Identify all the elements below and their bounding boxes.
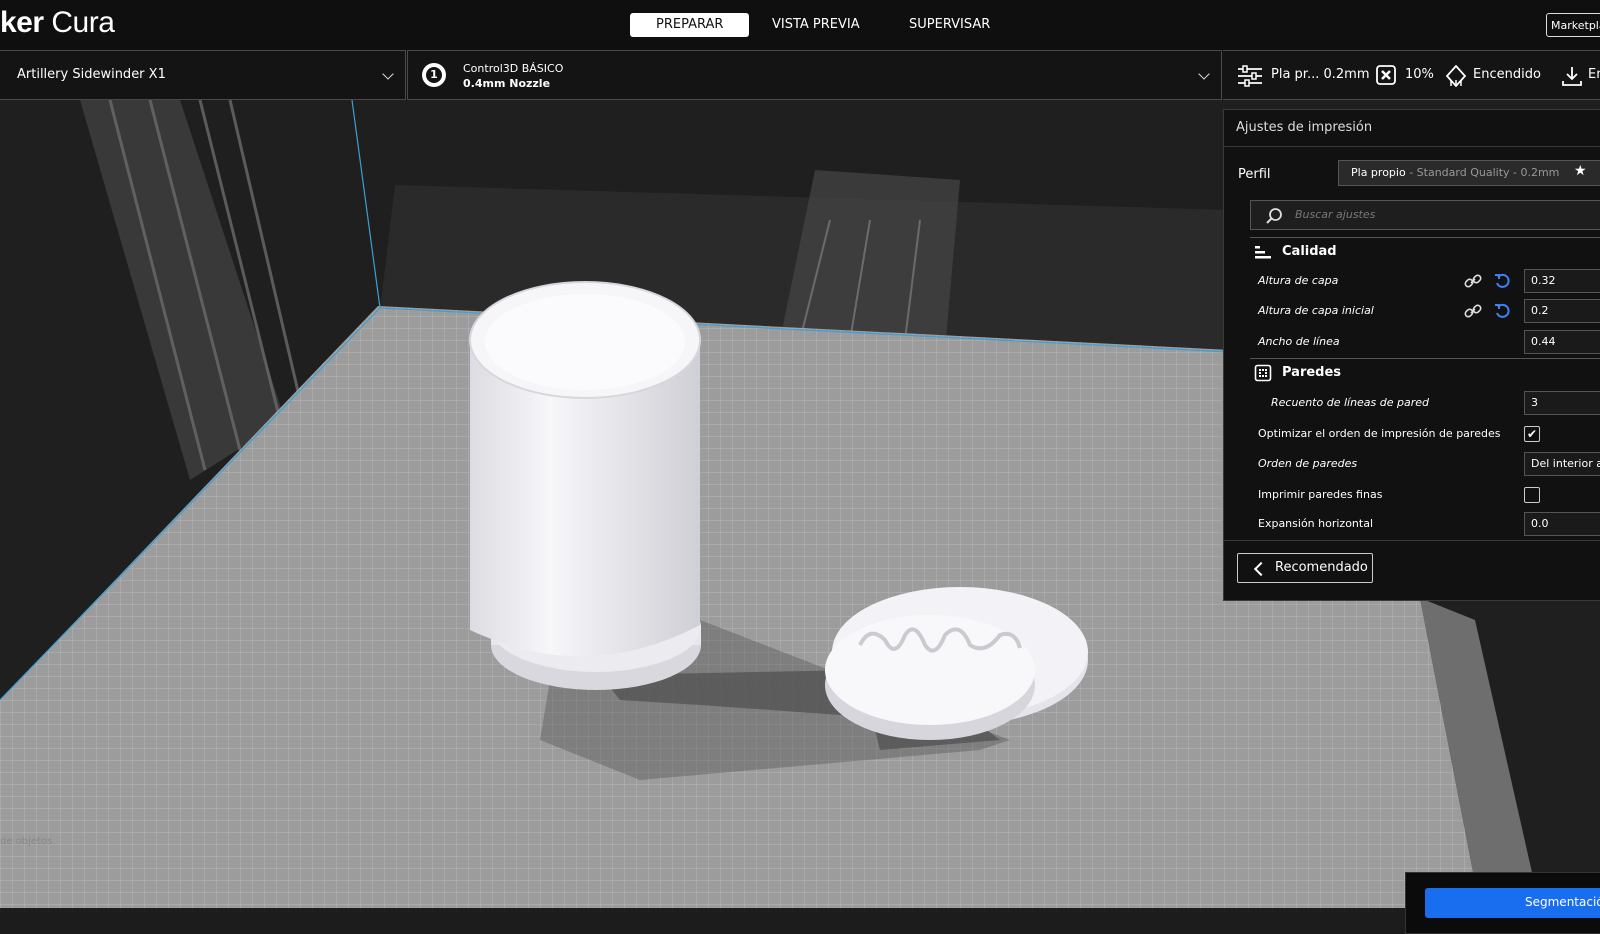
tab-preview[interactable]: VISTA PREVIA	[746, 13, 886, 37]
setting-label: Altura de capa inicial	[1258, 304, 1374, 317]
object-list-toggle[interactable]: de objetos	[0, 836, 52, 847]
support-icon	[1445, 65, 1467, 87]
slice-button[interactable]: Segmentación	[1425, 888, 1600, 918]
setting-thin-walls: Imprimir paredes finas	[1250, 480, 1600, 510]
profile-name: Pla propio	[1351, 166, 1406, 179]
setting-label: Altura de capa	[1258, 274, 1339, 287]
settings-search[interactable]: Buscar ajustes	[1250, 200, 1600, 230]
divider	[1224, 146, 1600, 147]
support-summary: Encendido	[1473, 67, 1541, 82]
recommended-label: Recomendado	[1275, 560, 1368, 575]
horizontal-expansion-input[interactable]: 0.0	[1524, 512, 1600, 536]
divider	[1224, 540, 1600, 541]
adhesion-icon	[1562, 67, 1582, 86]
top-bar: ker Cura PREPARAR VISTA PREVIA SUPERVISA…	[0, 0, 1600, 50]
extruder-icon: 1	[422, 63, 446, 87]
extruder-material-selector[interactable]: 1 Control3D BÁSICO 0.4mm Nozzle	[407, 50, 1222, 100]
wall-order-dropdown[interactable]: Del interior al exterior	[1524, 452, 1600, 476]
profile-quality: - Standard Quality - 0.2mm	[1405, 166, 1560, 179]
link-icon[interactable]	[1464, 303, 1482, 319]
marketplace-button[interactable]: Marketplace	[1546, 13, 1600, 37]
adhesion-summary: En	[1588, 67, 1600, 82]
chevron-down-icon	[1198, 68, 1210, 80]
search-icon	[1266, 208, 1282, 224]
panel-title: Ajustes de impresión	[1236, 120, 1373, 135]
setting-horizontal-expansion: Expansión horizontal 0.0	[1250, 509, 1600, 537]
line-width-input[interactable]: 0.44	[1524, 330, 1600, 354]
tab-prepare[interactable]: PREPARAR	[630, 13, 750, 37]
setting-label: Imprimir paredes finas	[1258, 488, 1383, 501]
profile-label: Perfil	[1238, 167, 1271, 182]
chevron-left-icon	[1253, 561, 1269, 577]
initial-layer-height-input[interactable]: 0.2	[1524, 299, 1600, 323]
printer-name: Artillery Sidewinder X1	[17, 67, 166, 82]
print-settings-summary[interactable]: Pla pr... 0.2mm 10% Encendido En	[1223, 50, 1600, 100]
category-quality[interactable]: Calidad	[1250, 237, 1600, 266]
category-walls[interactable]: Paredes	[1250, 358, 1600, 387]
setting-line-width: Ancho de línea 0.44	[1250, 327, 1600, 357]
setting-label: Ancho de línea	[1258, 335, 1340, 348]
setting-wall-line-count: Recuento de líneas de pared 3	[1250, 388, 1600, 418]
infill-icon	[1376, 65, 1396, 85]
reset-icon[interactable]	[1494, 273, 1510, 289]
sliders-icon	[1238, 65, 1262, 87]
setting-initial-layer-height: Altura de capa inicial 0.2	[1250, 296, 1600, 326]
quality-icon	[1255, 246, 1271, 259]
tab-monitor[interactable]: SUPERVISAR	[883, 13, 1016, 37]
star-icon[interactable]: ★	[1574, 163, 1587, 179]
walls-icon	[1254, 364, 1272, 382]
category-title: Calidad	[1282, 244, 1337, 259]
setting-wall-order: Orden de paredes Del interior al exterio…	[1250, 449, 1600, 479]
thin-walls-checkbox[interactable]	[1524, 487, 1540, 503]
optimize-wall-order-checkbox[interactable]: ✔	[1524, 426, 1540, 442]
layer-height-input[interactable]: 0.32	[1524, 269, 1600, 293]
setting-label: Expansión horizontal	[1258, 517, 1374, 530]
printer-selector[interactable]: Artillery Sidewinder X1	[0, 50, 406, 100]
chevron-down-icon	[382, 68, 394, 80]
link-icon[interactable]	[1464, 273, 1482, 289]
setting-label: Optimizar el orden de impresión de pared…	[1258, 427, 1501, 440]
setting-optimize-wall-order: Optimizar el orden de impresión de pared…	[1250, 419, 1600, 449]
setting-layer-height: Altura de capa 0.32	[1250, 266, 1600, 296]
search-placeholder: Buscar ajustes	[1295, 208, 1376, 221]
settings-list: Calidad Altura de capa 0.32 Altura de ca…	[1250, 237, 1600, 537]
infill-summary: 10%	[1405, 67, 1434, 82]
reset-icon[interactable]	[1494, 303, 1510, 319]
nozzle-size: 0.4mm Nozzle	[463, 77, 551, 90]
wall-line-count-input[interactable]: 3	[1524, 391, 1600, 415]
profile-dropdown[interactable]: Pla propio - Standard Quality - 0.2mm	[1338, 160, 1600, 186]
recommended-button[interactable]: Recomendado	[1237, 553, 1373, 583]
app-logo: ker Cura	[0, 6, 115, 39]
category-title: Paredes	[1282, 365, 1342, 380]
setting-label: Recuento de líneas de pared	[1271, 396, 1430, 409]
profile-summary: Pla pr... 0.2mm	[1271, 67, 1370, 82]
material-name: Control3D BÁSICO	[463, 62, 564, 75]
setting-label: Orden de paredes	[1258, 457, 1358, 470]
print-settings-panel: Ajustes de impresión Perfil Pla propio -…	[1223, 109, 1600, 601]
model-cylinder[interactable]	[469, 281, 701, 690]
